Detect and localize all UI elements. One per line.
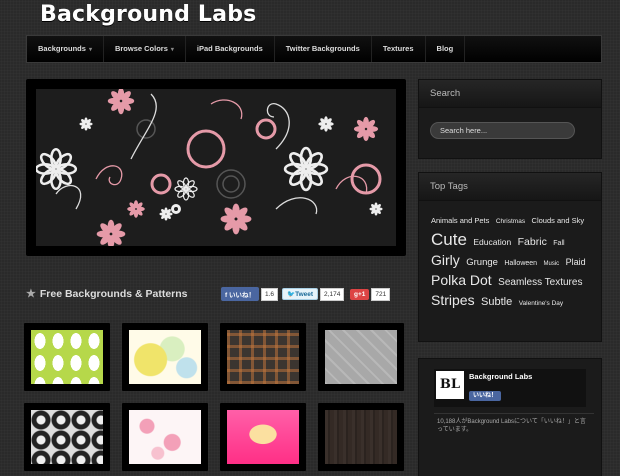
- facebook-like-button[interactable]: f いいね！: [221, 287, 259, 301]
- section-title: ★ Free Backgrounds & Patterns: [26, 287, 188, 301]
- tag-link[interactable]: Clouds and Sky: [532, 216, 585, 225]
- star-icon: ★: [26, 288, 36, 300]
- search-widget-title: Search: [419, 80, 601, 108]
- nav-item-ipad-backgrounds[interactable]: iPad Backgrounds: [186, 36, 275, 62]
- like-label: いいね！: [469, 391, 502, 401]
- tweet-label: Tweet: [295, 291, 314, 298]
- tag-link[interactable]: Polka Dot: [431, 272, 492, 288]
- nav-item-browse-colors[interactable]: Browse Colors ▾: [104, 36, 186, 62]
- thumbnail-image: [129, 410, 201, 464]
- nav-item-twitter-backgrounds[interactable]: Twitter Backgrounds: [275, 36, 372, 62]
- tag-link[interactable]: Plaid: [566, 257, 586, 267]
- nav-label: Textures: [382, 44, 414, 53]
- site-logo[interactable]: Background Labs: [40, 2, 256, 27]
- nav-label: Browse Colors: [114, 44, 168, 53]
- nav-label: Backgrounds: [38, 44, 86, 53]
- floral-pattern-image: [36, 89, 396, 246]
- divider: [434, 413, 594, 414]
- facebook-like-widget: f いいね！ 1.6: [221, 287, 279, 301]
- thumbnail-image: [227, 410, 299, 464]
- thumbnail-metal-plate[interactable]: [318, 323, 404, 391]
- featured-slideshow[interactable]: [26, 79, 406, 256]
- nav-label: Twitter Backgrounds: [285, 44, 360, 53]
- main-nav: Backgrounds ▾ Browse Colors ▾ iPad Backgro…: [26, 35, 602, 63]
- nav-label: Blog: [436, 44, 454, 53]
- like-count: 1.6: [260, 287, 279, 301]
- thumbnail-image: [325, 330, 397, 384]
- nav-item-backgrounds[interactable]: Backgrounds ▾: [27, 36, 104, 62]
- page-logo[interactable]: BL: [436, 371, 464, 399]
- gplus-widget: g+1 721: [350, 287, 391, 301]
- nav-label: iPad Backgrounds: [196, 44, 263, 53]
- featured-image[interactable]: [36, 89, 396, 246]
- search-input[interactable]: Search here...: [430, 122, 575, 139]
- thumbnail-image: [129, 330, 201, 384]
- facebook-page-name[interactable]: Background Labs: [469, 372, 532, 381]
- facebook-like-page-button[interactable]: いいね！: [469, 384, 502, 402]
- tag-link[interactable]: Halloween: [504, 260, 537, 267]
- tweet-widget: 🐦Tweet 2,174: [282, 287, 345, 301]
- top-tags-widget: Top Tags Animals and Pets Christmas Clou…: [418, 172, 602, 342]
- facebook-page-box: BL Background Labs いいね！: [434, 369, 586, 407]
- tag-link[interactable]: Seamless Textures: [498, 277, 582, 288]
- nav-item-textures[interactable]: Textures: [372, 36, 426, 62]
- facebook-fan-count: 10,188人がBackground Labsについて「いいね！」と言っています…: [437, 419, 586, 434]
- tag-link[interactable]: Grunge: [466, 257, 498, 268]
- thumbnail-green-leaves[interactable]: [24, 323, 110, 391]
- tag-link[interactable]: Music: [544, 261, 560, 267]
- gplus-button[interactable]: g+1: [350, 288, 370, 300]
- gplus-label: +1: [357, 290, 366, 298]
- tag-cloud: Animals and Pets Christmas Clouds and Sk…: [419, 201, 601, 319]
- tag-link[interactable]: Valentine's Day: [519, 300, 563, 307]
- tag-link[interactable]: Christmas: [496, 218, 525, 225]
- tag-link[interactable]: Stripes: [431, 292, 475, 308]
- tag-link[interactable]: Girly: [431, 252, 460, 268]
- facebook-widget: BL Background Labs いいね！ 10,188人がBackgrou…: [418, 358, 602, 476]
- like-label: いいね！: [228, 292, 255, 299]
- tag-link[interactable]: Fabric: [518, 236, 547, 248]
- thumbnail-yellow-bokeh[interactable]: [122, 323, 208, 391]
- chevron-down-icon: ▾: [88, 47, 92, 53]
- tweet-count: 2,174: [320, 287, 345, 301]
- thumbnail-image: [325, 410, 397, 464]
- tweet-button[interactable]: 🐦Tweet: [282, 288, 319, 300]
- tag-link[interactable]: Subtle: [481, 296, 512, 308]
- nav-item-blog[interactable]: Blog: [426, 36, 466, 62]
- search-widget: Search Search here...: [418, 79, 602, 159]
- thumbnail-image: [227, 330, 299, 384]
- thumbnail-brown-plaid[interactable]: [220, 323, 306, 391]
- tag-link[interactable]: Cute: [431, 230, 467, 249]
- thumbnail-dark-wood[interactable]: [318, 403, 404, 471]
- top-tags-title: Top Tags: [419, 173, 601, 201]
- tag-link[interactable]: Education: [473, 237, 511, 247]
- thumbnail-black-white-circles[interactable]: [24, 403, 110, 471]
- thumbnail-cherry-blossom[interactable]: [122, 403, 208, 471]
- twitter-bird-icon: 🐦: [287, 291, 296, 298]
- chevron-down-icon: ▾: [170, 47, 174, 53]
- gplus-count: 721: [371, 287, 391, 301]
- tag-link[interactable]: Animals and Pets: [431, 216, 489, 225]
- thumbnail-image: [31, 410, 103, 464]
- thumbnail-ice-cream[interactable]: [220, 403, 306, 471]
- section-title-text: Free Backgrounds & Patterns: [39, 287, 188, 300]
- thumbnail-image: [31, 330, 103, 384]
- tag-link[interactable]: Fall: [553, 240, 564, 247]
